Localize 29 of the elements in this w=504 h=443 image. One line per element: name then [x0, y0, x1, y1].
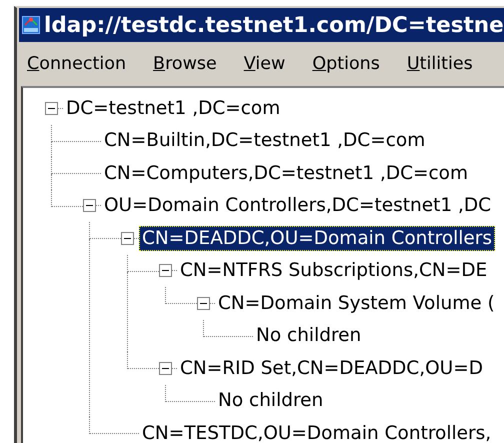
menu-item[interactable]: Browse [153, 54, 217, 74]
collapse-icon[interactable] [159, 264, 172, 278]
window-title: ldap://testdc.testnet1.com/DC=testne [44, 12, 504, 38]
tree-item[interactable]: CN=Domain System Volume ( [215, 290, 498, 316]
tree-item[interactable]: CN=TESTDC,OU=Domain Controllers, [139, 420, 494, 443]
tree-item[interactable]: DC=testnet1 ,DC=com [63, 96, 284, 121]
tree-item[interactable]: CN=RID Set,CN=DEADDC,OU=D [177, 356, 486, 381]
menu-item[interactable]: Options [312, 54, 380, 74]
collapse-icon[interactable] [45, 102, 58, 115]
app-icon [22, 16, 40, 34]
collapse-icon[interactable] [197, 296, 210, 310]
collapse-icon[interactable] [159, 362, 172, 375]
tree-item[interactable]: OU=Domain Controllers,DC=testnet1 ,DC [101, 193, 494, 218]
menu-item[interactable]: Utilities [406, 54, 473, 74]
collapse-icon[interactable] [121, 232, 134, 245]
tree-line [172, 368, 177, 369]
tree-item[interactable]: No children [215, 388, 326, 414]
tree-item[interactable]: No children [253, 323, 364, 348]
menu-item[interactable]: View [244, 54, 286, 74]
tree-item[interactable]: CN=DEADDC,OU=Domain Controllers [139, 226, 496, 251]
tree-line [210, 302, 215, 304]
tree-line [203, 320, 253, 336]
tree-item[interactable]: CN=Builtin,DC=testnet1 ,DC=com [101, 128, 428, 154]
tree-line [58, 108, 63, 109]
tree-item[interactable]: CN=NTFRS Subscriptions,CN=DE [177, 258, 490, 284]
menu-item[interactable]: Connection [27, 54, 126, 74]
tree-line [165, 384, 215, 402]
tree-item[interactable]: CN=Computers,DC=testnet1 ,DC=com [101, 160, 472, 186]
collapse-icon[interactable] [83, 199, 96, 212]
